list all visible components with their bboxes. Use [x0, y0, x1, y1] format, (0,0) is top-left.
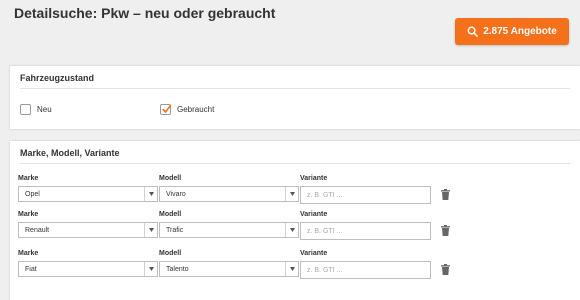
divider	[20, 163, 570, 164]
chevron-down-icon	[144, 223, 157, 237]
search-icon	[467, 26, 479, 37]
chevron-down-icon	[285, 262, 298, 276]
trash-icon[interactable]	[441, 264, 450, 275]
make-select-value: Renault	[25, 226, 50, 234]
model-label: Modell	[159, 250, 182, 257]
checkbox-used[interactable]	[160, 104, 172, 115]
model-select-value: Talento	[166, 265, 189, 273]
model-select-value: Vivaro	[166, 190, 186, 198]
make-model-panel: Marke, Modell, Variante Marke Opel Model…	[10, 141, 580, 300]
variant-label: Variante	[300, 211, 328, 218]
trash-icon[interactable]	[441, 225, 450, 236]
vehicle-condition-panel: Fahrzeugzustand Neu Gebraucht	[10, 66, 580, 129]
model-select[interactable]: Trafic	[159, 222, 299, 238]
variant-label: Variante	[300, 175, 328, 182]
model-label: Modell	[159, 211, 182, 218]
divider	[20, 88, 570, 89]
chevron-down-icon	[144, 262, 157, 276]
page-title: Detailsuche: Pkw – neu oder gebraucht	[14, 5, 276, 21]
make-label: Marke	[18, 175, 39, 182]
make-select[interactable]: Opel	[18, 186, 158, 202]
variant-input[interactable]	[300, 186, 431, 204]
condition-option-used[interactable]: Gebraucht	[160, 104, 214, 115]
condition-option-new[interactable]: Neu	[20, 104, 52, 115]
make-select[interactable]: Renault	[18, 222, 158, 238]
chevron-down-icon	[144, 187, 157, 201]
trash-icon[interactable]	[441, 189, 450, 200]
make-label: Marke	[18, 211, 39, 218]
show-results-button[interactable]: 2.875 Angebote	[455, 18, 569, 45]
variant-input[interactable]	[300, 222, 431, 240]
results-button-label: 2.875 Angebote	[483, 26, 557, 37]
chevron-down-icon	[285, 223, 298, 237]
variant-label: Variante	[300, 250, 328, 257]
model-select[interactable]: Vivaro	[159, 186, 299, 202]
make-select[interactable]: Fiat	[18, 261, 158, 277]
make-select-value: Fiat	[25, 265, 37, 273]
make-select-value: Opel	[25, 190, 40, 198]
chevron-down-icon	[285, 187, 298, 201]
checkbox-new-label: Neu	[37, 105, 52, 114]
model-label: Modell	[159, 175, 182, 182]
checkbox-new[interactable]	[20, 104, 31, 115]
make-label: Marke	[18, 250, 39, 257]
checkmark-icon	[162, 104, 172, 113]
variant-input[interactable]	[300, 261, 431, 279]
model-select-value: Trafic	[166, 226, 184, 234]
make-model-title: Marke, Modell, Variante	[20, 148, 120, 158]
model-select[interactable]: Talento	[159, 261, 299, 277]
vehicle-condition-title: Fahrzeugzustand	[20, 73, 95, 83]
checkbox-used-label: Gebraucht	[177, 105, 215, 114]
